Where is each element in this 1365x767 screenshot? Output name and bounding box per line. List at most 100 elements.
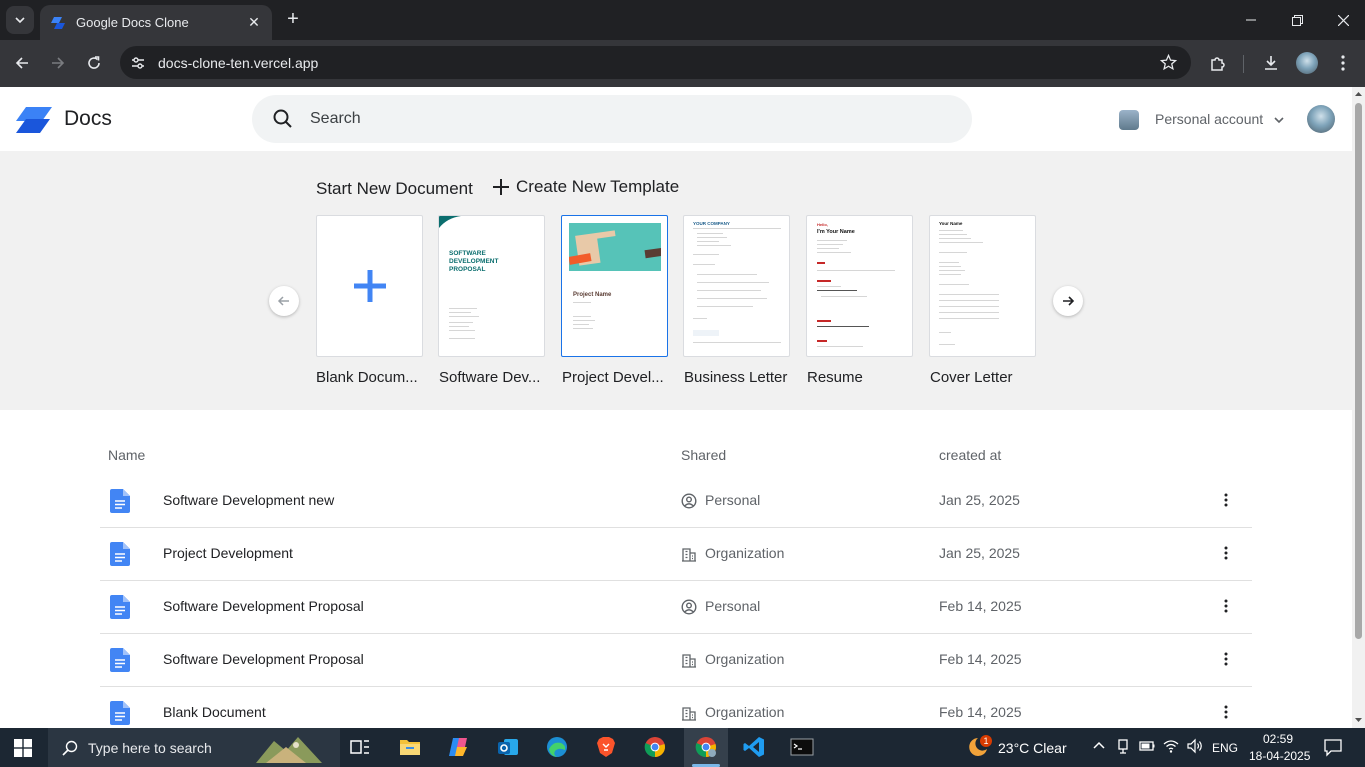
column-header-created[interactable]: created at <box>939 447 1001 463</box>
download-icon <box>1265 56 1277 70</box>
docs-logo-icon[interactable] <box>16 107 52 133</box>
outlook-icon[interactable] <box>496 735 520 759</box>
column-header-name[interactable]: Name <box>108 447 145 463</box>
search-input[interactable] <box>310 110 910 128</box>
page-scrollbar[interactable] <box>1352 87 1365 728</box>
extensions-button[interactable] <box>1206 51 1230 75</box>
document-name[interactable]: Blank Document <box>163 704 266 720</box>
document-name[interactable]: Project Development <box>163 545 293 561</box>
restore-button[interactable] <box>1274 8 1320 32</box>
scroll-up-icon[interactable] <box>1354 90 1363 99</box>
preview-line <box>939 312 999 313</box>
app-header: Docs Personal account <box>0 87 1352 151</box>
edge-icon[interactable] <box>545 735 569 759</box>
notification-icon[interactable] <box>1323 737 1343 757</box>
table-row[interactable]: Project Development Organization Jan 25,… <box>100 528 1252 581</box>
clock-date[interactable]: 18-04-2025 <box>1249 749 1310 763</box>
language-indicator[interactable]: ENG <box>1212 741 1238 755</box>
reload-button[interactable] <box>82 51 106 75</box>
wifi-icon[interactable] <box>1162 737 1180 755</box>
row-menu-button[interactable] <box>1216 596 1236 616</box>
user-avatar[interactable] <box>1307 105 1335 133</box>
minimize-button[interactable] <box>1228 8 1274 32</box>
address-bar[interactable]: docs-clone-ten.vercel.app <box>120 46 1191 79</box>
volume-icon[interactable] <box>1186 737 1204 755</box>
arrow-right-icon <box>1063 296 1075 306</box>
url-text: docs-clone-ten.vercel.app <box>158 54 319 71</box>
preview-line <box>939 332 951 333</box>
scrollbar-thumb[interactable] <box>1355 103 1362 639</box>
template-card-cover-letter[interactable]: Your Name <box>929 215 1036 357</box>
tune-icon <box>132 56 144 69</box>
document-name[interactable]: Software Development Proposal <box>163 651 364 667</box>
more-vert-icon <box>1224 546 1228 560</box>
new-tab-button[interactable]: + <box>282 8 304 30</box>
template-card-resume[interactable]: Hello, I'm Your Name <box>806 215 913 357</box>
template-card-blank[interactable] <box>316 215 423 357</box>
copilot-icon[interactable] <box>447 735 471 759</box>
site-info-button[interactable] <box>126 51 150 75</box>
preview-line <box>817 248 839 249</box>
template-label: Software Dev... <box>439 369 541 386</box>
browser-tab-active[interactable]: Google Docs Clone ✕ <box>40 5 272 40</box>
app-name[interactable]: Docs <box>64 107 112 131</box>
chrome-profile-icon[interactable] <box>694 735 718 759</box>
template-card-project-development[interactable]: Project Name <box>561 215 668 357</box>
template-card-business-letter[interactable]: YOUR COMPANY <box>683 215 790 357</box>
document-name[interactable]: Software Development Proposal <box>163 598 364 614</box>
corner-accent-shape <box>439 216 461 228</box>
preview-section-marker <box>817 320 831 322</box>
back-button[interactable] <box>10 51 34 75</box>
vscode-icon[interactable] <box>742 735 766 759</box>
building-icon <box>682 654 696 668</box>
chrome-icon[interactable] <box>643 735 667 759</box>
project-cover-art <box>569 223 661 271</box>
weather-text[interactable]: 23°C Clear <box>998 740 1067 756</box>
preview-line <box>821 296 867 297</box>
row-menu-button[interactable] <box>1216 543 1236 563</box>
preview-line <box>939 252 967 253</box>
file-explorer-icon[interactable] <box>398 735 422 759</box>
row-menu-button[interactable] <box>1216 649 1236 669</box>
usb-device-icon[interactable] <box>1114 737 1132 755</box>
weather-badge: 1 <box>980 735 992 747</box>
carousel-next-button[interactable] <box>1053 286 1083 316</box>
created-date: Feb 14, 2025 <box>939 598 1022 614</box>
profile-button[interactable] <box>1295 51 1319 75</box>
downloads-button[interactable] <box>1259 51 1283 75</box>
clock-time[interactable]: 02:59 <box>1263 732 1293 746</box>
tab-search-button[interactable] <box>6 6 34 34</box>
forward-button[interactable] <box>46 51 70 75</box>
chevron-down-icon[interactable] <box>1272 113 1286 127</box>
row-menu-button[interactable] <box>1216 490 1236 510</box>
document-name[interactable]: Software Development new <box>163 492 334 508</box>
table-row[interactable]: Software Development new Personal Jan 25… <box>100 475 1252 528</box>
bookmark-button[interactable] <box>1156 51 1180 75</box>
brave-icon[interactable] <box>594 735 618 759</box>
create-template-button[interactable]: Create New Template <box>492 177 679 197</box>
close-window-button[interactable] <box>1320 8 1365 32</box>
taskbar-search-box[interactable]: Type here to search <box>48 728 340 767</box>
battery-icon[interactable] <box>1138 737 1156 755</box>
shared-status: Organization <box>705 704 785 720</box>
windows-start-icon[interactable] <box>14 739 32 757</box>
table-row[interactable]: Software Development Proposal Organizati… <box>100 634 1252 687</box>
browser-menu-button[interactable] <box>1331 51 1355 75</box>
row-menu-button[interactable] <box>1216 702 1236 722</box>
template-card-software-proposal[interactable]: SOFTWARE DEVELOPMENT PROPOSAL <box>438 215 545 357</box>
minimize-icon <box>1246 19 1256 21</box>
account-switcher-label[interactable]: Personal account <box>1155 111 1263 127</box>
preview-section-marker <box>817 262 825 264</box>
search-bar[interactable] <box>252 95 972 143</box>
scroll-down-icon[interactable] <box>1354 715 1363 724</box>
tab-close-icon[interactable]: ✕ <box>246 14 262 31</box>
preview-line <box>817 270 895 271</box>
chevron-up-icon[interactable] <box>1090 737 1108 755</box>
column-header-shared[interactable]: Shared <box>681 447 726 463</box>
table-row[interactable]: Software Development Proposal Personal F… <box>100 581 1252 634</box>
carousel-prev-button[interactable] <box>269 286 299 316</box>
terminal-icon[interactable] <box>790 735 814 759</box>
task-view-icon[interactable] <box>348 735 372 759</box>
create-template-label: Create New Template <box>516 177 680 196</box>
shared-status: Personal <box>705 492 761 508</box>
